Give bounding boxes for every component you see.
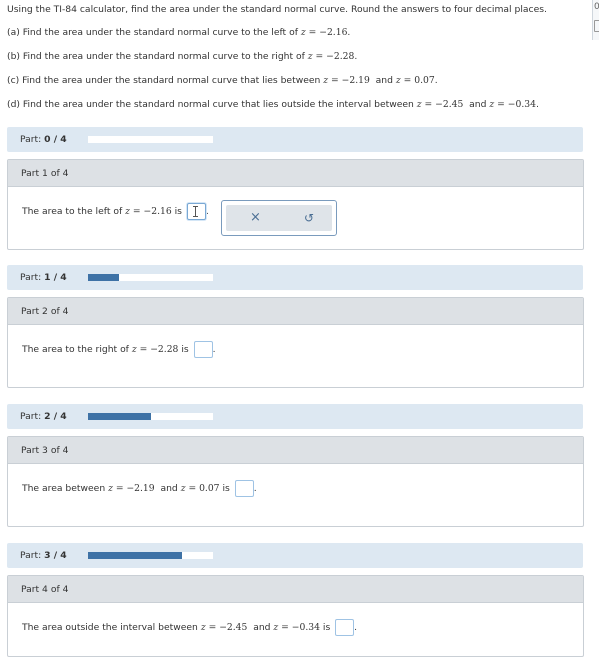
progress-track (88, 274, 213, 281)
answer-input-1[interactable] (186, 203, 206, 220)
side-tab-label: 0 (594, 2, 599, 12)
part-1-prompt: The area to the left of z = −2.16 is . (22, 203, 209, 220)
question-d: (d) Find the area under the standard nor… (7, 99, 539, 110)
part-progress-1: Part: 1 / 4 (7, 265, 583, 290)
question-c: (c) Find the area under the standard nor… (7, 75, 438, 86)
part-progress-label: Part: 1 / 4 (20, 272, 67, 283)
question-a: (a) Find the area under the standard nor… (7, 27, 351, 38)
part-2-prompt: The area to the right of z = −2.28 is . (22, 341, 216, 358)
progress-fill (88, 552, 182, 559)
part-3-header: Part 3 of 4 (8, 437, 583, 464)
instructions: Using the TI-84 calculator, find the are… (7, 4, 547, 15)
part-1-header: Part 1 of 4 (8, 160, 583, 187)
part-3-panel: Part 3 of 4 The area between z = −2.19 a… (7, 436, 584, 527)
part-progress-3: Part: 3 / 4 (7, 543, 583, 568)
side-tab[interactable]: 0 (592, 0, 599, 40)
part-progress-label: Part: 0 / 4 (20, 134, 67, 145)
part-2-panel: Part 2 of 4 The area to the right of z =… (7, 297, 584, 388)
answer-input-4[interactable] (335, 619, 355, 636)
part-4-header: Part 4 of 4 (8, 576, 583, 603)
progress-track (88, 552, 213, 559)
part-4-panel: Part 4 of 4 The area outside the interva… (7, 575, 584, 657)
part-progress-label: Part: 3 / 4 (20, 550, 67, 561)
part-progress-label: Part: 2 / 4 (20, 411, 67, 422)
question-b: (b) Find the area under the standard nor… (7, 51, 358, 62)
progress-fill (88, 274, 120, 281)
part-4-prompt: The area outside the interval between z … (22, 619, 357, 636)
answer-input-3[interactable] (234, 480, 254, 497)
part-2-header: Part 2 of 4 (8, 298, 583, 325)
part-progress-2: Part: 2 / 4 (7, 404, 583, 429)
undo-icon[interactable]: ↺ (304, 211, 314, 225)
answer-toolbox: × ↺ (221, 200, 337, 236)
progress-track (88, 136, 213, 143)
text-cursor-icon (192, 206, 198, 217)
close-icon[interactable]: × (250, 210, 261, 225)
progress-track (88, 413, 213, 420)
calculator-icon (594, 20, 599, 32)
part-progress-0: Part: 0 / 4 (7, 127, 583, 152)
answer-input-2[interactable] (193, 341, 213, 358)
part-3-prompt: The area between z = −2.19 and z = 0.07 … (22, 480, 257, 497)
progress-fill (88, 413, 151, 420)
